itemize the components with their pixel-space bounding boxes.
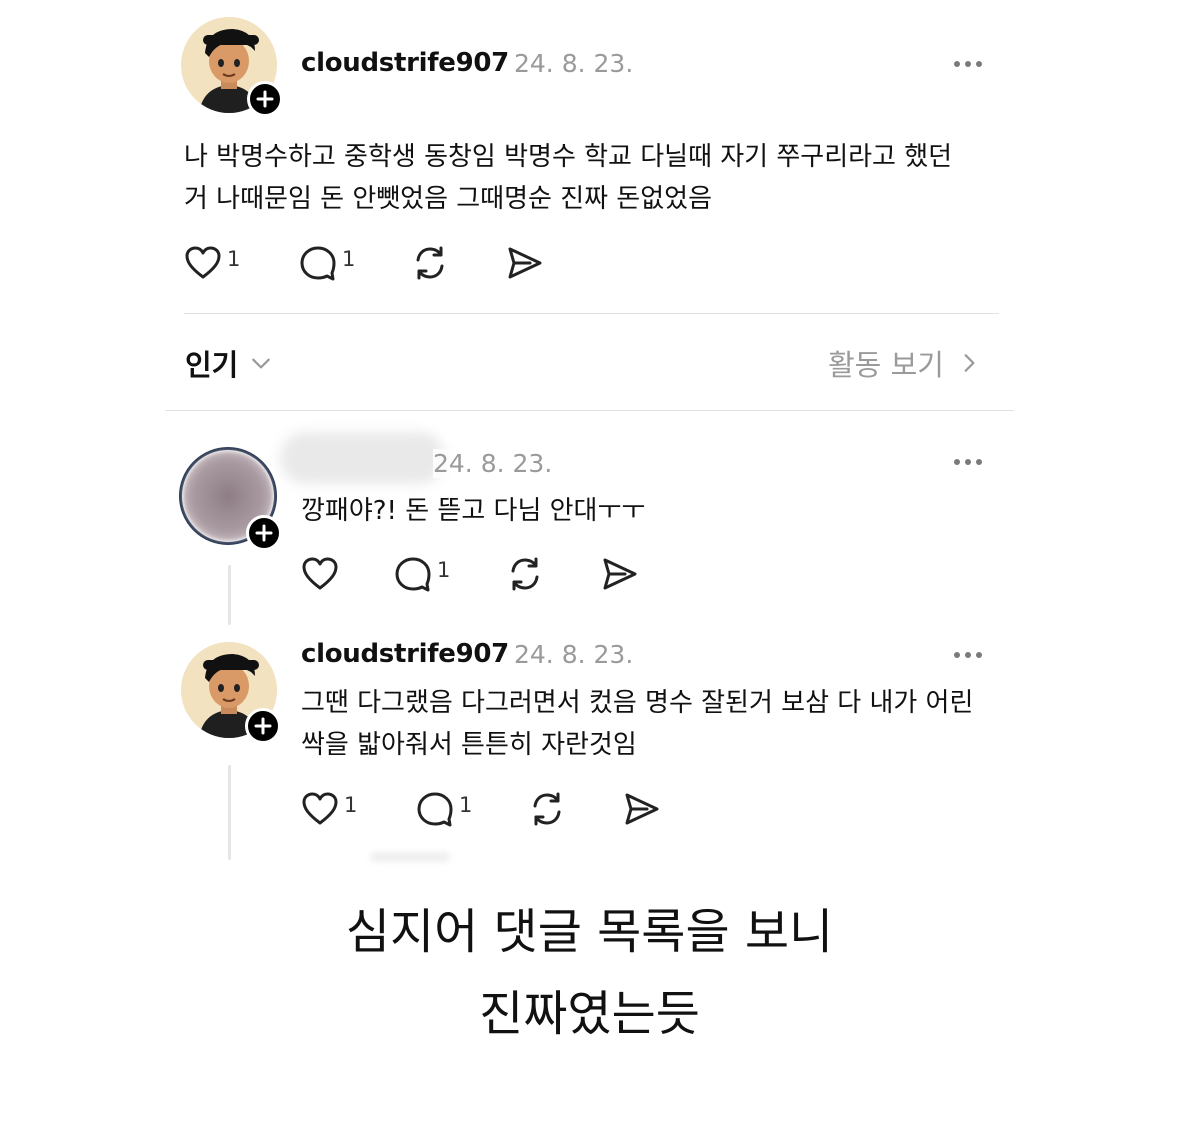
comment1-date: 24. 8. 23. bbox=[433, 449, 553, 478]
sort-dropdown[interactable]: 인기 bbox=[185, 342, 272, 384]
comment1-actions: 1 bbox=[300, 554, 639, 594]
activity-label: 활동 보기 bbox=[828, 348, 944, 382]
chevron-down-icon bbox=[252, 358, 271, 369]
comment1-reply-count: 1 bbox=[437, 558, 451, 582]
post-date: 24. 8. 23. bbox=[514, 49, 634, 78]
heart-icon bbox=[302, 792, 338, 825]
post-text: 나 박명수하고 중학생 동창임 박명수 학교 다닐때 자기 쭈구리라고 했던 거… bbox=[184, 142, 953, 214]
comment2-date: 24. 8. 23. bbox=[514, 640, 634, 669]
reply-button[interactable]: 1 bbox=[298, 243, 410, 283]
send-icon bbox=[625, 793, 659, 825]
caption-line-2: 진짜였는듯 bbox=[479, 986, 700, 1042]
speech-bubble-icon bbox=[395, 557, 431, 592]
comment2-text: 그땐 다그랬음 다그러면서 컸음 명수 잘된거 보삼 다 내가 어린 싹을 밟아… bbox=[301, 688, 974, 760]
comment2-reply-count: 1 bbox=[459, 793, 473, 817]
sort-divider bbox=[165, 410, 1014, 411]
like-button[interactable]: 1 bbox=[183, 243, 298, 283]
send-icon bbox=[603, 558, 637, 590]
heart-icon bbox=[185, 246, 221, 279]
like-count: 1 bbox=[227, 247, 241, 271]
next-item-fade bbox=[370, 852, 450, 862]
comment1-share-button[interactable] bbox=[599, 554, 639, 594]
repost-icon bbox=[533, 792, 561, 826]
comment2-share-button[interactable] bbox=[621, 789, 661, 829]
comment2-actions: 1 1 bbox=[300, 789, 661, 829]
activity-link[interactable]: 활동 보기 bbox=[828, 342, 980, 384]
post-divider bbox=[184, 313, 999, 314]
send-icon bbox=[508, 247, 542, 279]
comment1-repost-button[interactable] bbox=[505, 554, 599, 594]
repost-icon bbox=[416, 246, 444, 280]
sort-label: 인기 bbox=[185, 348, 239, 382]
speech-bubble-icon bbox=[417, 792, 453, 827]
comment2-more-dots-icon[interactable] bbox=[954, 652, 982, 658]
comment1-more-dots-icon[interactable] bbox=[954, 459, 982, 465]
caption-line-1: 심지어 댓글 목록을 보니 bbox=[345, 904, 834, 960]
speech-bubble-icon bbox=[300, 246, 336, 281]
share-button[interactable] bbox=[504, 243, 544, 283]
reply-count: 1 bbox=[342, 247, 356, 271]
comment2-like-button[interactable]: 1 bbox=[300, 789, 415, 829]
post-author-avatar[interactable] bbox=[181, 17, 283, 117]
heart-icon bbox=[302, 557, 338, 590]
comment1-follow-plus-icon[interactable] bbox=[246, 515, 282, 551]
comment2-author-avatar[interactable] bbox=[181, 642, 281, 744]
comment1-reply-button[interactable]: 1 bbox=[393, 554, 505, 594]
comment2-repost-button[interactable] bbox=[527, 789, 621, 829]
post-actions: 1 1 bbox=[183, 243, 544, 283]
comment2-follow-plus-icon[interactable] bbox=[245, 708, 281, 744]
post-more-dots-icon[interactable] bbox=[954, 61, 982, 67]
repost-button[interactable] bbox=[410, 243, 504, 283]
chevron-right-icon bbox=[964, 354, 975, 372]
comment1-text: 깡패야?! 돈 뜯고 다님 안대ㅜㅜ bbox=[301, 496, 646, 526]
post-username[interactable]: cloudstrife907 bbox=[301, 48, 509, 78]
comment2-reply-button[interactable]: 1 bbox=[415, 789, 527, 829]
follow-plus-icon[interactable] bbox=[247, 81, 283, 117]
comment1-like-button[interactable] bbox=[300, 554, 393, 594]
comment1-username-blurred[interactable] bbox=[280, 432, 445, 484]
comment2-thread-line bbox=[228, 765, 231, 860]
comment2-like-count: 1 bbox=[344, 793, 358, 817]
comment2-username[interactable]: cloudstrife907 bbox=[301, 639, 509, 669]
comment1-thread-line bbox=[228, 565, 231, 625]
repost-icon bbox=[511, 557, 539, 591]
